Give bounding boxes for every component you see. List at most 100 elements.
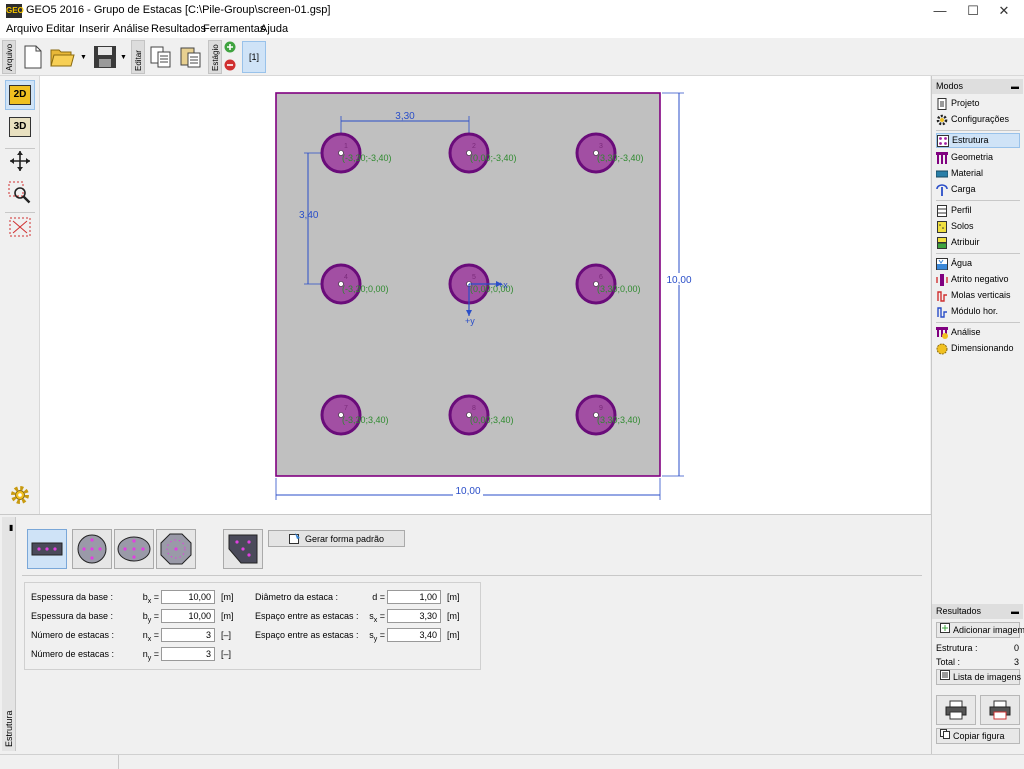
toolbar-group-arquivo: Arquivo [2, 40, 16, 74]
settings-gear-icon[interactable] [5, 480, 35, 510]
results-collapse-icon[interactable]: ▬ [1011, 604, 1019, 619]
zoom-window-icon[interactable] [5, 178, 35, 208]
print-button[interactable] [936, 695, 976, 725]
input-pile-diameter[interactable]: 1,00 [387, 590, 441, 604]
mode-modulo-hor[interactable]: Módulo hor. [936, 304, 1020, 319]
add-image-button[interactable]: Adicionar imagem [936, 622, 1024, 638]
pile-coordinate: (-3,30;0,00) [342, 284, 389, 294]
mode-carga[interactable]: Carga [936, 182, 1020, 197]
soils-icon [936, 220, 948, 233]
stage-1-tab[interactable]: [1] [242, 41, 266, 73]
left-toolbar: 2D 3D [0, 76, 40, 514]
print-export-button[interactable] [980, 695, 1020, 725]
input-pile-spacing-x[interactable]: 3,30 [387, 609, 441, 623]
remove-stage-icon[interactable] [224, 59, 236, 74]
pile-number: 8 [472, 405, 476, 412]
analysis-icon [936, 326, 948, 339]
mode-estrutura[interactable]: Estrutura [936, 133, 1020, 148]
mode-projeto[interactable]: Projeto [936, 96, 1020, 111]
results-total-row: Total : 3 [936, 657, 1019, 667]
shape-general-button[interactable] [223, 529, 263, 569]
pile-number: 5 [472, 274, 476, 281]
pan-move-icon[interactable] [5, 146, 35, 176]
zoom-extents-icon[interactable] [5, 212, 35, 242]
symbol-sy: sy = [369, 630, 385, 643]
horizontal-modulus-icon [936, 306, 948, 318]
menu-editar[interactable]: Editar [46, 23, 75, 35]
menu-bar: Arquivo Editar Inserir Análise Resultado… [0, 22, 1024, 38]
mode-atrito-negativo[interactable]: Atrito negativo [936, 272, 1020, 287]
generate-icon [288, 532, 301, 546]
modes-collapse-icon[interactable]: ▬ [1011, 79, 1019, 94]
paste-data-icon[interactable] [178, 42, 204, 72]
unit-by: [m] [221, 611, 234, 621]
dim-bottom-label: 10,00 [455, 486, 480, 497]
input-pile-spacing-y[interactable]: 3,40 [387, 628, 441, 642]
general-shape-icon [228, 534, 258, 564]
mode-molas-verticais[interactable]: Molas verticais [936, 288, 1020, 303]
dim-right-label: 10,00 [666, 275, 691, 286]
status-separator [118, 755, 119, 769]
save-icon[interactable] [92, 42, 118, 72]
new-file-icon[interactable] [20, 42, 46, 72]
image-list-button[interactable]: Lista de imagens [936, 669, 1021, 685]
menu-analise[interactable]: Análise [113, 23, 149, 35]
piles-geometry-icon [936, 151, 948, 164]
mode-agua[interactable]: Água [936, 256, 1020, 271]
pile-coordinate: (-3,30;3,40) [342, 415, 389, 425]
shape-ellipse-button[interactable] [114, 529, 154, 569]
save-dropdown-arrow[interactable]: ▼ [120, 54, 127, 61]
symbol-d: d = [372, 592, 385, 602]
drawing-canvas[interactable]: 3,30 3,40 10,00 10,00 1 (-3,30;-3,40) 2 (0,… [40, 76, 930, 514]
pile-number: 1 [344, 143, 348, 150]
label-sx: Espaço entre as estacas : [255, 611, 359, 621]
symbol-bx: bx = [142, 592, 159, 605]
mode-geometria[interactable]: Geometria [936, 150, 1020, 165]
copy-data-icon[interactable] [148, 42, 174, 72]
load-arrow-icon [936, 183, 948, 196]
menu-ferramentas[interactable]: Ferramentas [203, 23, 265, 35]
open-folder-icon[interactable] [50, 42, 76, 72]
add-stage-icon[interactable] [224, 41, 236, 56]
mode-dimensionando[interactable]: Dimensionando [936, 341, 1020, 356]
mode-configuracoes[interactable]: Configurações [936, 112, 1020, 127]
copy-figure-button[interactable]: Copiar figura [936, 728, 1020, 744]
input-pile-count-x[interactable]: 3 [161, 628, 215, 642]
menu-arquivo[interactable]: Arquivo [6, 23, 43, 35]
unit-sx: [m] [447, 611, 460, 621]
symbol-ny: ny = [142, 649, 159, 662]
dim-top-label: 3,30 [395, 111, 415, 122]
pin-icon[interactable]: ▮ [9, 523, 13, 532]
open-dropdown-arrow[interactable]: ▼ [80, 54, 87, 61]
shape-rectangle-button[interactable] [27, 529, 67, 569]
shape-polygon-button[interactable] [156, 529, 196, 569]
rectangle-cap-icon [31, 542, 63, 556]
structure-grid-icon [937, 134, 949, 147]
frame-tab-estrutura[interactable]: Estrutura [2, 517, 16, 751]
2d-icon: 2D [9, 85, 31, 105]
toolbar-group-estagio: Estágio [208, 40, 222, 74]
separator [936, 130, 1020, 131]
mode-solos[interactable]: Solos [936, 219, 1020, 234]
pile-coordinate: (3,30;0,00) [597, 284, 641, 294]
menu-inserir[interactable]: Inserir [79, 23, 110, 35]
mode-material[interactable]: Material [936, 166, 1020, 181]
shape-circle-button[interactable] [72, 529, 112, 569]
input-base-width-x[interactable]: 10,00 [161, 590, 215, 604]
mode-analise[interactable]: Análise [936, 325, 1020, 340]
printer-icon [945, 700, 967, 720]
close-button[interactable]: ✕ [984, 0, 1024, 22]
menu-ajuda[interactable]: Ajuda [260, 23, 288, 35]
label-by: Espessura da base : [31, 611, 114, 621]
input-pile-count-y[interactable]: 3 [161, 647, 215, 661]
view-2d-button[interactable]: 2D [5, 80, 35, 110]
view-3d-button[interactable]: 3D [5, 112, 35, 142]
label-sy: Espaço entre as estacas : [255, 630, 359, 640]
menu-resultados[interactable]: Resultados [151, 23, 206, 35]
mode-perfil[interactable]: Perfil [936, 203, 1020, 218]
pile-coordinate: (0,00;3,40) [470, 415, 514, 425]
generate-standard-shape-button[interactable]: Gerar forma padrão [268, 530, 405, 547]
mode-atribuir[interactable]: Atribuir [936, 235, 1020, 250]
3d-icon: 3D [9, 117, 31, 137]
input-base-width-y[interactable]: 10,00 [161, 609, 215, 623]
